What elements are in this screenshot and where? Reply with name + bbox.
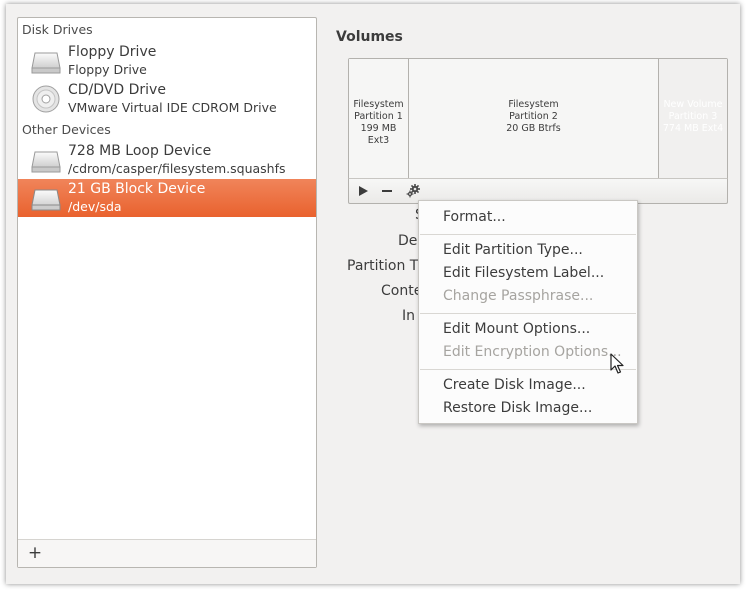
device-name: 728 MB Loop Device — [68, 143, 212, 159]
partition-block[interactable]: New Volume Partition 3 774 MB Ext4 — [659, 59, 727, 179]
menu-item-label: Change Passphrase... — [443, 288, 594, 304]
partition-line: Filesystem — [508, 99, 559, 110]
device-list-toolbar: + — [18, 539, 316, 567]
device-name: CD/DVD Drive — [68, 82, 166, 98]
play-icon[interactable] — [355, 183, 371, 199]
menu-item-edit-partition-type[interactable]: Edit Partition Type... — [419, 240, 637, 263]
device-item-loop[interactable]: 728 MB Loop Device /cdrom/casper/filesys… — [18, 141, 316, 179]
device-item-cdrom[interactable]: CD/DVD Drive VMware Virtual IDE CDROM Dr… — [18, 80, 316, 118]
volume-options-menu: Format... Edit Partition Type... Edit Fi… — [418, 200, 638, 424]
device-subtitle: VMware Virtual IDE CDROM Drive — [68, 100, 277, 115]
menu-item-format[interactable]: Format... — [419, 207, 637, 230]
disk-drives-header: Disk Drives — [22, 22, 93, 37]
partition-line: Partition 2 — [509, 111, 558, 122]
device-name: 21 GB Block Device — [68, 181, 206, 197]
device-name: Floppy Drive — [68, 44, 157, 60]
partition-line: Partition 3 — [668, 111, 718, 122]
device-item-block[interactable]: 21 GB Block Device /dev/sda — [18, 179, 316, 217]
menu-item-label: Create Disk Image... — [443, 377, 586, 393]
optical-disc-icon — [32, 85, 60, 113]
menu-item-label: Edit Partition Type... — [443, 242, 583, 258]
other-devices-header: Other Devices — [22, 122, 111, 137]
partition-line: 774 MB Ext4 — [662, 123, 724, 134]
menu-item-label: Format... — [443, 209, 506, 225]
volumes-map: Filesystem Partition 1 199 MB Ext3 Files… — [348, 58, 728, 180]
device-label: De — [398, 233, 418, 249]
menu-item-label: Edit Filesystem Label... — [443, 265, 605, 281]
menu-separator — [420, 369, 636, 370]
partition-line: New Volume — [663, 99, 723, 110]
device-subtitle: /cdrom/casper/filesystem.squashfs — [68, 161, 286, 176]
minus-icon[interactable] — [379, 183, 395, 199]
menu-item-label: Edit Mount Options... — [443, 321, 591, 337]
partition-line: 199 MB Ext3 — [360, 123, 397, 146]
device-subtitle: /dev/sda — [68, 199, 122, 214]
menu-item-edit-mount-options[interactable]: Edit Mount Options... — [419, 319, 637, 342]
device-list: Disk Drives Floppy Drive Floppy Drive CD… — [17, 17, 317, 568]
partition-block[interactable]: Filesystem Partition 1 199 MB Ext3 — [349, 59, 409, 179]
partition-type-label: Partition T — [347, 258, 419, 274]
add-button[interactable]: + — [26, 543, 44, 563]
in-use-label: In — [402, 308, 416, 324]
device-subtitle: Floppy Drive — [68, 62, 147, 77]
menu-item-change-passphrase: Change Passphrase... — [419, 286, 637, 309]
drive-icon — [31, 52, 61, 74]
menu-separator — [420, 313, 636, 314]
partition-line: 20 GB Btrfs — [506, 123, 561, 134]
menu-item-edit-encryption-options: Edit Encryption Options... — [419, 342, 637, 365]
partition-line: Filesystem — [353, 99, 404, 110]
drive-icon — [31, 151, 61, 173]
disks-window: Disk Drives Floppy Drive Floppy Drive CD… — [6, 4, 740, 584]
device-item-floppy[interactable]: Floppy Drive Floppy Drive — [18, 42, 316, 80]
partition-block[interactable]: Filesystem Partition 2 20 GB Btrfs — [409, 59, 659, 179]
volumes-title: Volumes — [336, 29, 403, 45]
menu-item-label: Edit Encryption Options... — [443, 344, 622, 360]
menu-item-label: Restore Disk Image... — [443, 400, 593, 416]
menu-separator — [420, 234, 636, 235]
menu-item-edit-filesystem-label[interactable]: Edit Filesystem Label... — [419, 263, 637, 286]
gear-icon[interactable] — [405, 183, 421, 199]
mouse-pointer-icon — [610, 353, 624, 374]
menu-item-restore-disk-image[interactable]: Restore Disk Image... — [419, 398, 637, 421]
menu-item-create-disk-image[interactable]: Create Disk Image... — [419, 375, 637, 398]
contents-label: Conte — [381, 283, 423, 299]
drive-icon — [31, 189, 61, 211]
partition-line: Partition 1 — [354, 111, 403, 122]
